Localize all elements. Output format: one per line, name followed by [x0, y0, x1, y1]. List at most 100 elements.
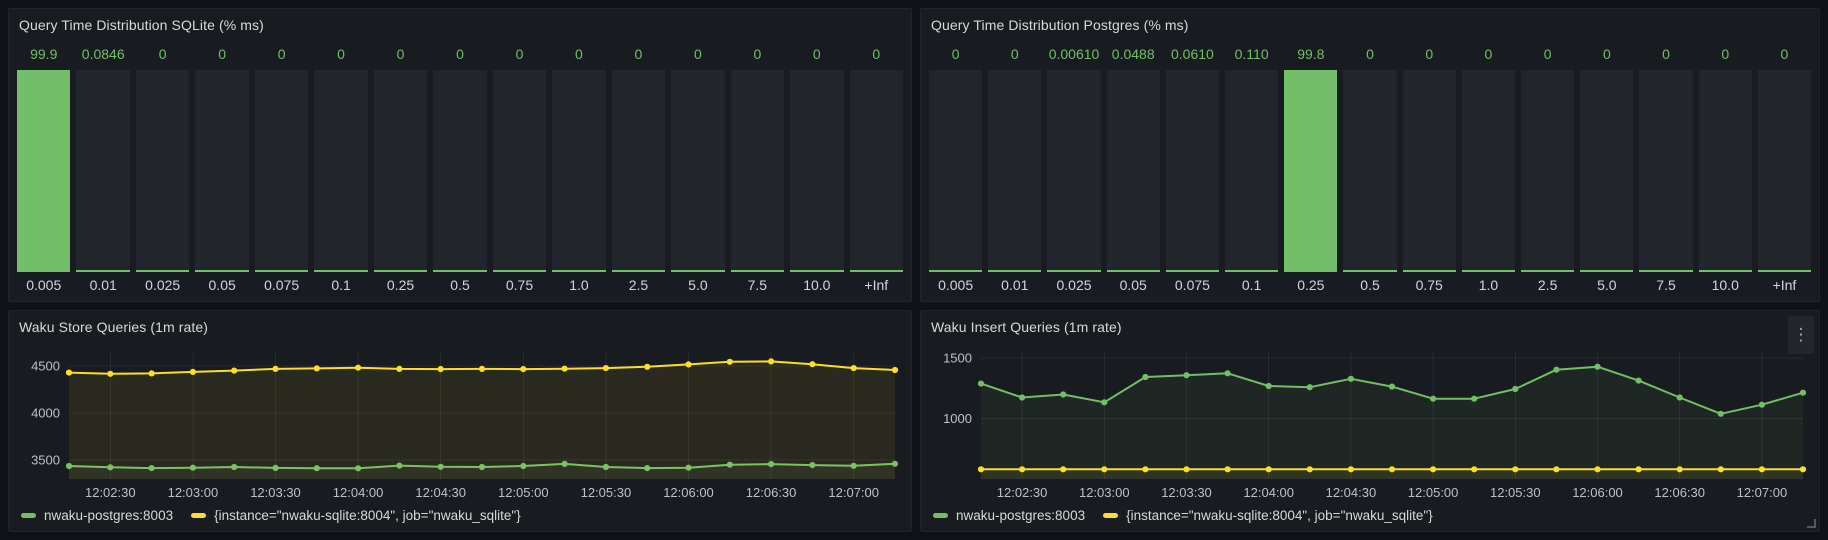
bar-x-label: 5.0	[671, 272, 724, 295]
panel-header[interactable]: Query Time Distribution Postgres (% ms)	[921, 9, 1819, 39]
bar-track	[790, 70, 843, 272]
bar-track	[76, 70, 129, 272]
bar-x-label: 0.005	[17, 272, 70, 295]
data-point	[1348, 376, 1354, 382]
histogram-bar-0.05: 0.04880.05	[1107, 43, 1160, 295]
data-point	[1512, 386, 1518, 392]
legend-item-sqlite[interactable]: {instance="nwaku-sqlite:8004", job="nwak…	[1103, 508, 1433, 523]
bar-fill	[1521, 270, 1574, 272]
data-point	[66, 370, 72, 376]
bar-track	[1580, 70, 1633, 272]
y-tick-label: 1000	[943, 411, 972, 426]
bar-track	[1166, 70, 1219, 272]
data-point	[1430, 396, 1436, 402]
x-tick-label: 12:04:00	[333, 485, 384, 500]
bar-fill	[850, 270, 903, 272]
bar-x-label: 5.0	[1580, 272, 1633, 295]
bar-x-label: 0.1	[1225, 272, 1278, 295]
bar-track	[374, 70, 427, 272]
histogram-bar-0.025: 0.006100.025	[1047, 43, 1100, 295]
insert-queries-chart[interactable]: 1000150012:02:3012:03:0012:03:3012:04:00…	[929, 343, 1811, 503]
histogram-bar-0.1: 0.1100.1	[1225, 43, 1278, 295]
data-point	[190, 369, 196, 375]
data-point	[520, 366, 526, 372]
histogram-bar-0.25: 99.80.25	[1284, 43, 1337, 295]
y-tick-label: 4500	[31, 359, 60, 374]
bar-x-label: 0.5	[1343, 272, 1396, 295]
data-point	[809, 361, 815, 367]
timeseries-svg[interactable]: 1000150012:02:3012:03:0012:03:3012:04:00…	[929, 343, 1811, 503]
series-area	[69, 361, 895, 479]
bar-fill	[1343, 270, 1396, 272]
bar-fill	[1284, 70, 1337, 272]
bar-value-label: 0.0610	[1166, 43, 1219, 65]
series-color-swatch	[191, 513, 206, 518]
data-point	[1101, 399, 1107, 405]
bar-track	[1047, 70, 1100, 272]
histogram-bar-5.0: 05.0	[1580, 43, 1633, 295]
panel-header[interactable]: Waku Insert Queries (1m rate)	[921, 311, 1819, 341]
y-tick-label: 1500	[943, 351, 972, 366]
bar-track	[929, 70, 982, 272]
x-tick-label: 12:05:30	[581, 485, 632, 500]
bar-fill	[988, 270, 1041, 272]
data-point	[851, 365, 857, 371]
data-point	[1307, 466, 1313, 472]
store-queries-chart[interactable]: 35004000450012:02:3012:03:0012:03:3012:0…	[17, 343, 903, 503]
histogram-bar-0.75: 00.75	[1403, 43, 1456, 295]
bar-fill	[195, 270, 248, 272]
series-color-swatch	[1103, 513, 1118, 518]
bar-value-label: 0	[314, 43, 367, 65]
histogram-bar-0.25: 00.25	[374, 43, 427, 295]
bar-x-label: 0.25	[1284, 272, 1337, 295]
bar-track	[1462, 70, 1515, 272]
x-tick-label: 12:05:30	[1490, 485, 1541, 500]
bar-track	[1107, 70, 1160, 272]
histogram-bar-0.01: 00.01	[988, 43, 1041, 295]
bar-track	[1639, 70, 1692, 272]
panel-title: Query Time Distribution SQLite (% ms)	[19, 17, 264, 33]
bar-x-label: +Inf	[1758, 272, 1811, 295]
legend-item-postgres[interactable]: nwaku-postgres:8003	[21, 508, 173, 523]
x-tick-label: 12:03:00	[168, 485, 219, 500]
histogram-bar-5.0: 05.0	[671, 43, 724, 295]
bar-x-label: 0.05	[195, 272, 248, 295]
bar-x-label: 2.5	[1521, 272, 1574, 295]
x-tick-label: 12:06:30	[746, 485, 797, 500]
panel-resize-handle[interactable]	[1807, 519, 1816, 528]
data-point	[1636, 378, 1642, 384]
data-point	[727, 359, 733, 365]
panel-header[interactable]: Query Time Distribution SQLite (% ms)	[9, 9, 911, 39]
bar-value-label: 0	[433, 43, 486, 65]
legend-item-postgres[interactable]: nwaku-postgres:8003	[933, 508, 1085, 523]
panel-header[interactable]: Waku Store Queries (1m rate)	[9, 311, 911, 341]
timeseries-svg[interactable]: 35004000450012:02:3012:03:0012:03:3012:0…	[17, 343, 903, 503]
bar-track	[612, 70, 665, 272]
bar-value-label: 0	[1699, 43, 1752, 65]
bar-x-label: 0.05	[1107, 272, 1160, 295]
bar-fill	[612, 270, 665, 272]
data-point	[1307, 384, 1313, 390]
bar-track	[731, 70, 784, 272]
bar-fill	[493, 270, 546, 272]
data-point	[1430, 466, 1436, 472]
bar-x-label: +Inf	[850, 272, 903, 295]
x-tick-label: 12:03:30	[250, 485, 301, 500]
data-point	[1183, 372, 1189, 378]
panel-waku-store-queries: Waku Store Queries (1m rate) 35004000450…	[8, 310, 912, 532]
bar-x-label: 0.25	[374, 272, 427, 295]
panel-title: Query Time Distribution Postgres (% ms)	[931, 17, 1189, 33]
data-point	[978, 381, 984, 387]
histogram-bar-7.5: 07.5	[1639, 43, 1692, 295]
x-tick-label: 12:04:30	[1326, 485, 1377, 500]
bar-value-label: 0	[929, 43, 982, 65]
legend-item-sqlite[interactable]: {instance="nwaku-sqlite:8004", job="nwak…	[191, 508, 521, 523]
bar-value-label: 0.0846	[76, 43, 129, 65]
data-point	[355, 365, 361, 371]
bar-track	[433, 70, 486, 272]
bar-fill	[552, 270, 605, 272]
histogram-bar-1.0: 01.0	[552, 43, 605, 295]
bar-value-label: 0	[552, 43, 605, 65]
histogram-bar-1.0: 01.0	[1462, 43, 1515, 295]
bar-x-label: 2.5	[612, 272, 665, 295]
